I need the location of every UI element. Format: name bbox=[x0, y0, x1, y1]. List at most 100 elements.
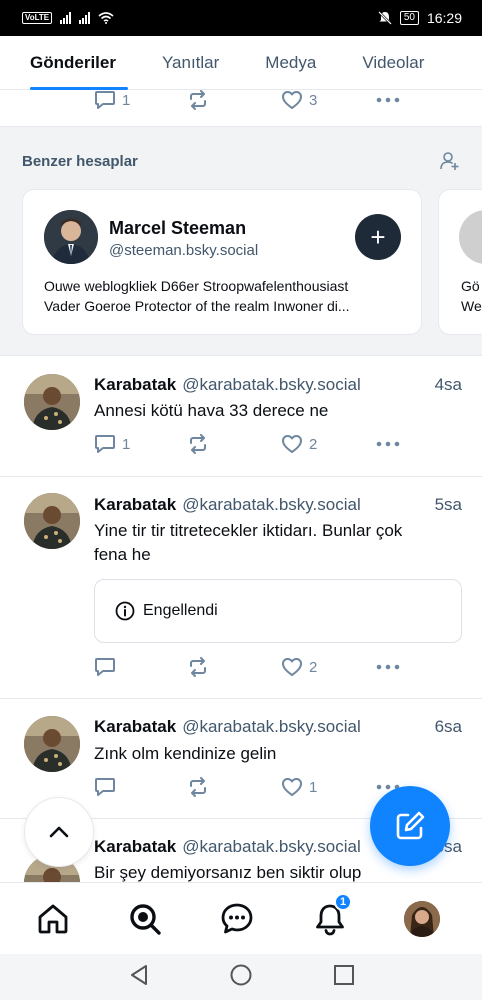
post-text: Annesi kötü hava 33 derece ne bbox=[94, 401, 329, 420]
follow-button[interactable]: + bbox=[355, 214, 401, 260]
post-header: Karabatak @karabatak.bsky.social 5sa bbox=[94, 495, 462, 515]
repost-button[interactable] bbox=[187, 90, 209, 110]
compose-button[interactable] bbox=[370, 786, 450, 866]
signal-icon bbox=[60, 12, 72, 24]
repost-button[interactable] bbox=[187, 777, 209, 797]
reply-icon bbox=[95, 658, 115, 676]
post-text: Yine tir tir titretecekler iktidarı. Bun… bbox=[94, 519, 462, 567]
like-count: 1 bbox=[309, 778, 318, 796]
account-bio: Ouwe weblogkliek D66er Stroopwafelenthou… bbox=[44, 276, 406, 316]
chevron-up-icon bbox=[49, 826, 69, 838]
home-circle-icon bbox=[230, 964, 252, 986]
mute-bell-icon bbox=[377, 11, 392, 25]
signal-icon-2 bbox=[79, 12, 91, 24]
reply-button[interactable]: 1 bbox=[94, 90, 130, 110]
profile-tabs: Gönderiler Yanıtlar Medya Videolar bbox=[0, 36, 482, 90]
repost-button[interactable] bbox=[187, 434, 209, 454]
post-time[interactable]: 4sa bbox=[435, 375, 462, 395]
avatar[interactable] bbox=[24, 374, 80, 430]
home-system-button[interactable] bbox=[229, 963, 253, 992]
author-name[interactable]: Karabatak bbox=[94, 717, 176, 737]
post-actions: 1 2 bbox=[0, 434, 482, 458]
post-header: Karabatak @karabatak.bsky.social 6sa bbox=[94, 717, 462, 737]
avatar[interactable] bbox=[24, 716, 80, 772]
heart-icon bbox=[282, 658, 302, 676]
like-button[interactable]: 3 bbox=[281, 90, 317, 110]
repost-icon bbox=[190, 657, 206, 677]
post-header: Karabatak @karabatak.bsky.social 4sa bbox=[94, 375, 462, 395]
volte-indicator: VoLTE bbox=[22, 12, 53, 24]
compose-icon bbox=[396, 811, 425, 840]
reply-count: 1 bbox=[122, 91, 131, 109]
feed-post[interactable]: Karabatak @karabatak.bsky.social 5sa Yin… bbox=[0, 477, 482, 699]
partial-post-actions: 1 3 bbox=[0, 90, 482, 126]
post-text-line: Yine tir tir titretecekler iktidarı. Bun… bbox=[94, 521, 403, 540]
recents-button[interactable] bbox=[332, 963, 356, 992]
more-icon bbox=[376, 664, 400, 670]
post-time[interactable]: 6sa bbox=[435, 717, 462, 737]
reply-button[interactable] bbox=[94, 657, 116, 677]
avatar[interactable] bbox=[44, 210, 98, 264]
bottom-navigation: 1 bbox=[0, 882, 482, 954]
author-name[interactable]: Karabatak bbox=[94, 375, 176, 395]
reply-button[interactable]: 1 bbox=[94, 434, 130, 454]
bio-line: Ouwe weblogkliek D66er Stroopwafelenthou… bbox=[44, 278, 349, 294]
avatar[interactable] bbox=[24, 493, 80, 549]
plus-icon: + bbox=[370, 221, 386, 252]
heart-icon bbox=[282, 778, 302, 796]
blocked-embed[interactable]: Engellendi bbox=[94, 579, 462, 643]
add-person-icon[interactable] bbox=[440, 151, 460, 176]
tab-label: Medya bbox=[265, 52, 317, 72]
info-icon bbox=[115, 601, 135, 621]
reply-count: 1 bbox=[122, 435, 131, 453]
repost-icon bbox=[190, 777, 206, 797]
avatar bbox=[404, 901, 440, 937]
author-name[interactable]: Karabatak bbox=[94, 495, 176, 515]
more-button[interactable] bbox=[376, 657, 400, 677]
reply-button[interactable] bbox=[94, 777, 116, 797]
avatar[interactable] bbox=[459, 210, 482, 264]
scroll-to-top-button[interactable] bbox=[24, 797, 94, 867]
battery-indicator: 50 bbox=[399, 11, 419, 25]
tab-posts[interactable]: Gönderiler bbox=[0, 36, 128, 90]
more-icon bbox=[376, 97, 400, 103]
more-button[interactable] bbox=[376, 90, 400, 110]
author-handle[interactable]: @karabatak.bsky.social bbox=[182, 495, 426, 515]
tab-videos[interactable]: Videolar bbox=[350, 36, 436, 90]
post-actions: 2 bbox=[0, 657, 482, 681]
tab-replies[interactable]: Yanıtlar bbox=[150, 36, 231, 90]
home-icon bbox=[38, 904, 68, 934]
author-handle[interactable]: @karabatak.bsky.social bbox=[182, 717, 426, 737]
account-name: Marcel Steeman bbox=[109, 218, 247, 238]
recents-square-icon bbox=[334, 965, 354, 985]
reply-icon bbox=[95, 435, 115, 453]
nav-notifications[interactable]: 1 bbox=[312, 893, 352, 937]
account-bio: Gö We bbox=[461, 276, 482, 316]
nav-search[interactable] bbox=[127, 901, 163, 937]
wifi-icon bbox=[98, 12, 114, 24]
like-button[interactable]: 1 bbox=[281, 777, 317, 797]
nav-profile[interactable] bbox=[404, 901, 440, 937]
more-button[interactable] bbox=[376, 434, 400, 454]
post-time[interactable]: 5sa bbox=[435, 495, 462, 515]
nav-messages[interactable] bbox=[219, 901, 255, 937]
tab-label: Gönderiler bbox=[30, 52, 116, 72]
suggested-account-card-partial[interactable]: Gö We bbox=[438, 189, 482, 335]
status-bar: VoLTE 50 16:29 bbox=[0, 0, 482, 36]
author-name[interactable]: Karabatak bbox=[94, 837, 176, 857]
nav-home[interactable] bbox=[35, 901, 71, 937]
search-icon bbox=[130, 904, 161, 935]
repost-icon bbox=[190, 90, 206, 110]
tab-media[interactable]: Medya bbox=[253, 36, 328, 90]
like-count: 2 bbox=[309, 658, 318, 676]
post-text: Zınk olm kendinize gelin bbox=[94, 744, 277, 763]
suggested-account-card[interactable]: Marcel Steeman @steeman.bsky.social + Ou… bbox=[22, 189, 422, 335]
clock: 16:29 bbox=[426, 10, 462, 26]
like-button[interactable]: 2 bbox=[281, 657, 317, 677]
heart-icon bbox=[282, 91, 302, 109]
like-button[interactable]: 2 bbox=[281, 434, 317, 454]
author-handle[interactable]: @karabatak.bsky.social bbox=[182, 375, 426, 395]
back-button[interactable] bbox=[128, 963, 150, 992]
repost-button[interactable] bbox=[187, 657, 209, 677]
feed-post[interactable]: Karabatak @karabatak.bsky.social 4sa Ann… bbox=[0, 357, 482, 477]
